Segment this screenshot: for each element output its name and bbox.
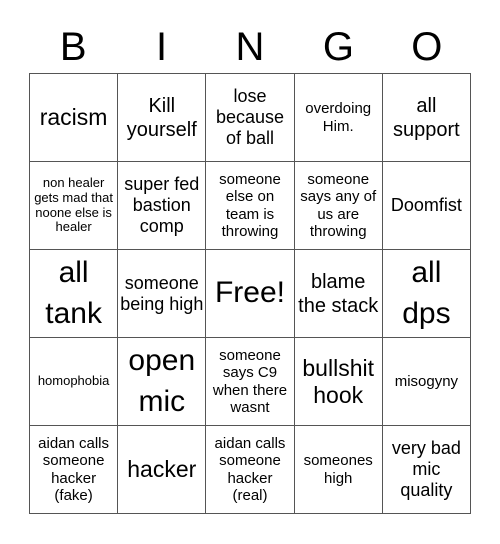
bingo-cell[interactable]: overdoing Him. (294, 74, 383, 162)
bingo-cell[interactable]: lose because of ball (206, 74, 295, 162)
header-letter-i: I (156, 25, 168, 69)
bingo-cell[interactable]: aidan calls someone hacker (fake) (30, 426, 119, 514)
bingo-cell[interactable]: someone says any of us are throwing (294, 162, 383, 250)
bingo-cell[interactable]: very bad mic quality (382, 426, 471, 514)
bingo-cell[interactable]: all support (382, 74, 471, 162)
bingo-cell[interactable]: homophobia (30, 338, 119, 426)
bingo-cell[interactable]: someones high (294, 426, 383, 514)
bingo-cell[interactable]: someone being high (118, 250, 207, 338)
bingo-cell[interactable]: misogyny (382, 338, 471, 426)
bingo-cell[interactable]: non healer gets mad that noone else is h… (30, 162, 119, 250)
bingo-cell[interactable]: all dps (382, 250, 471, 338)
header-letter-b: B (59, 25, 87, 69)
header-letter-o: O (411, 25, 443, 69)
bingo-cell[interactable]: super fed bastion comp (118, 162, 207, 250)
free-space[interactable]: Free! (206, 250, 295, 338)
bingo-cell[interactable]: bullshit hook (294, 338, 383, 426)
header-letter-n: N (235, 25, 265, 69)
bingo-cell[interactable]: blame the stack (294, 250, 383, 338)
bingo-cell[interactable]: Doomfist (382, 162, 471, 250)
bingo-cell[interactable]: someone says C9 when there wasnt (206, 338, 295, 426)
bingo-grid: racism Kill yourself lose because of bal… (29, 73, 471, 514)
bingo-cell[interactable]: racism (30, 74, 119, 162)
bingo-cell[interactable]: hacker (118, 426, 207, 514)
bingo-cell[interactable]: all tank (30, 250, 119, 338)
bingo-cell[interactable]: someone else on team is throwing (206, 162, 295, 250)
header-letter-g: G (322, 25, 354, 69)
bingo-header: B I N G O (29, 22, 471, 72)
bingo-cell[interactable]: open mic (118, 338, 207, 426)
bingo-cell[interactable]: aidan calls someone hacker (real) (206, 426, 295, 514)
bingo-cell[interactable]: Kill yourself (118, 74, 207, 162)
